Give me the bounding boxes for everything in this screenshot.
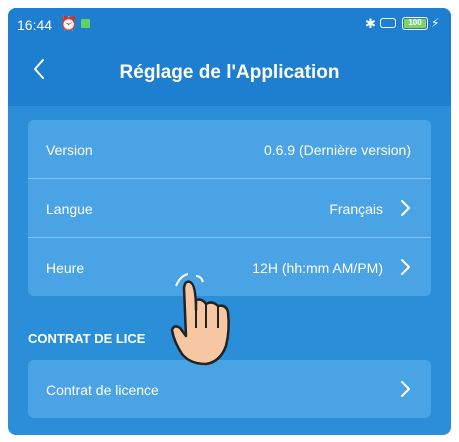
- chevron-right-icon: [401, 381, 410, 397]
- chevron-right-icon: [401, 259, 410, 275]
- license-section-title: CONTRAT DE LICE: [28, 331, 146, 346]
- page-title: Réglage de l'Application: [119, 62, 340, 83]
- version-label: Version: [46, 142, 93, 158]
- charging-icon: ⚡: [431, 16, 440, 30]
- alarm-off-icon: ⏰: [60, 15, 78, 31]
- nfc-icon: [380, 18, 396, 28]
- pointing-hand-icon: [170, 273, 230, 366]
- license-label: Contrat de licence: [46, 382, 159, 398]
- version-row: Version 0.6.9 (Dernière version): [28, 120, 431, 179]
- notification-icon: [81, 19, 90, 28]
- status-bar: 16:44 ⏰ ✱ 100 ⚡: [8, 8, 451, 42]
- chevron-right-icon: [401, 200, 410, 216]
- app-header: 16:44 ⏰ ✱ 100 ⚡ Réglage de l'Application: [8, 8, 451, 106]
- app-screen: 16:44 ⏰ ✱ 100 ⚡ Réglage de l'Application…: [8, 8, 451, 435]
- version-value: 0.6.9 (Dernière version): [263, 142, 411, 158]
- bluetooth-icon: ✱: [365, 16, 376, 31]
- language-label: Langue: [46, 201, 93, 217]
- battery-level: 100: [408, 18, 422, 27]
- battery-icon: 100: [402, 17, 428, 30]
- status-time: 16:44: [17, 17, 53, 33]
- language-row[interactable]: Langue Français: [28, 179, 431, 238]
- time-format-label: Heure: [46, 260, 85, 276]
- time-format-value: 12H (hh:mm AM/PM): [252, 260, 383, 276]
- language-value: Français: [329, 201, 383, 217]
